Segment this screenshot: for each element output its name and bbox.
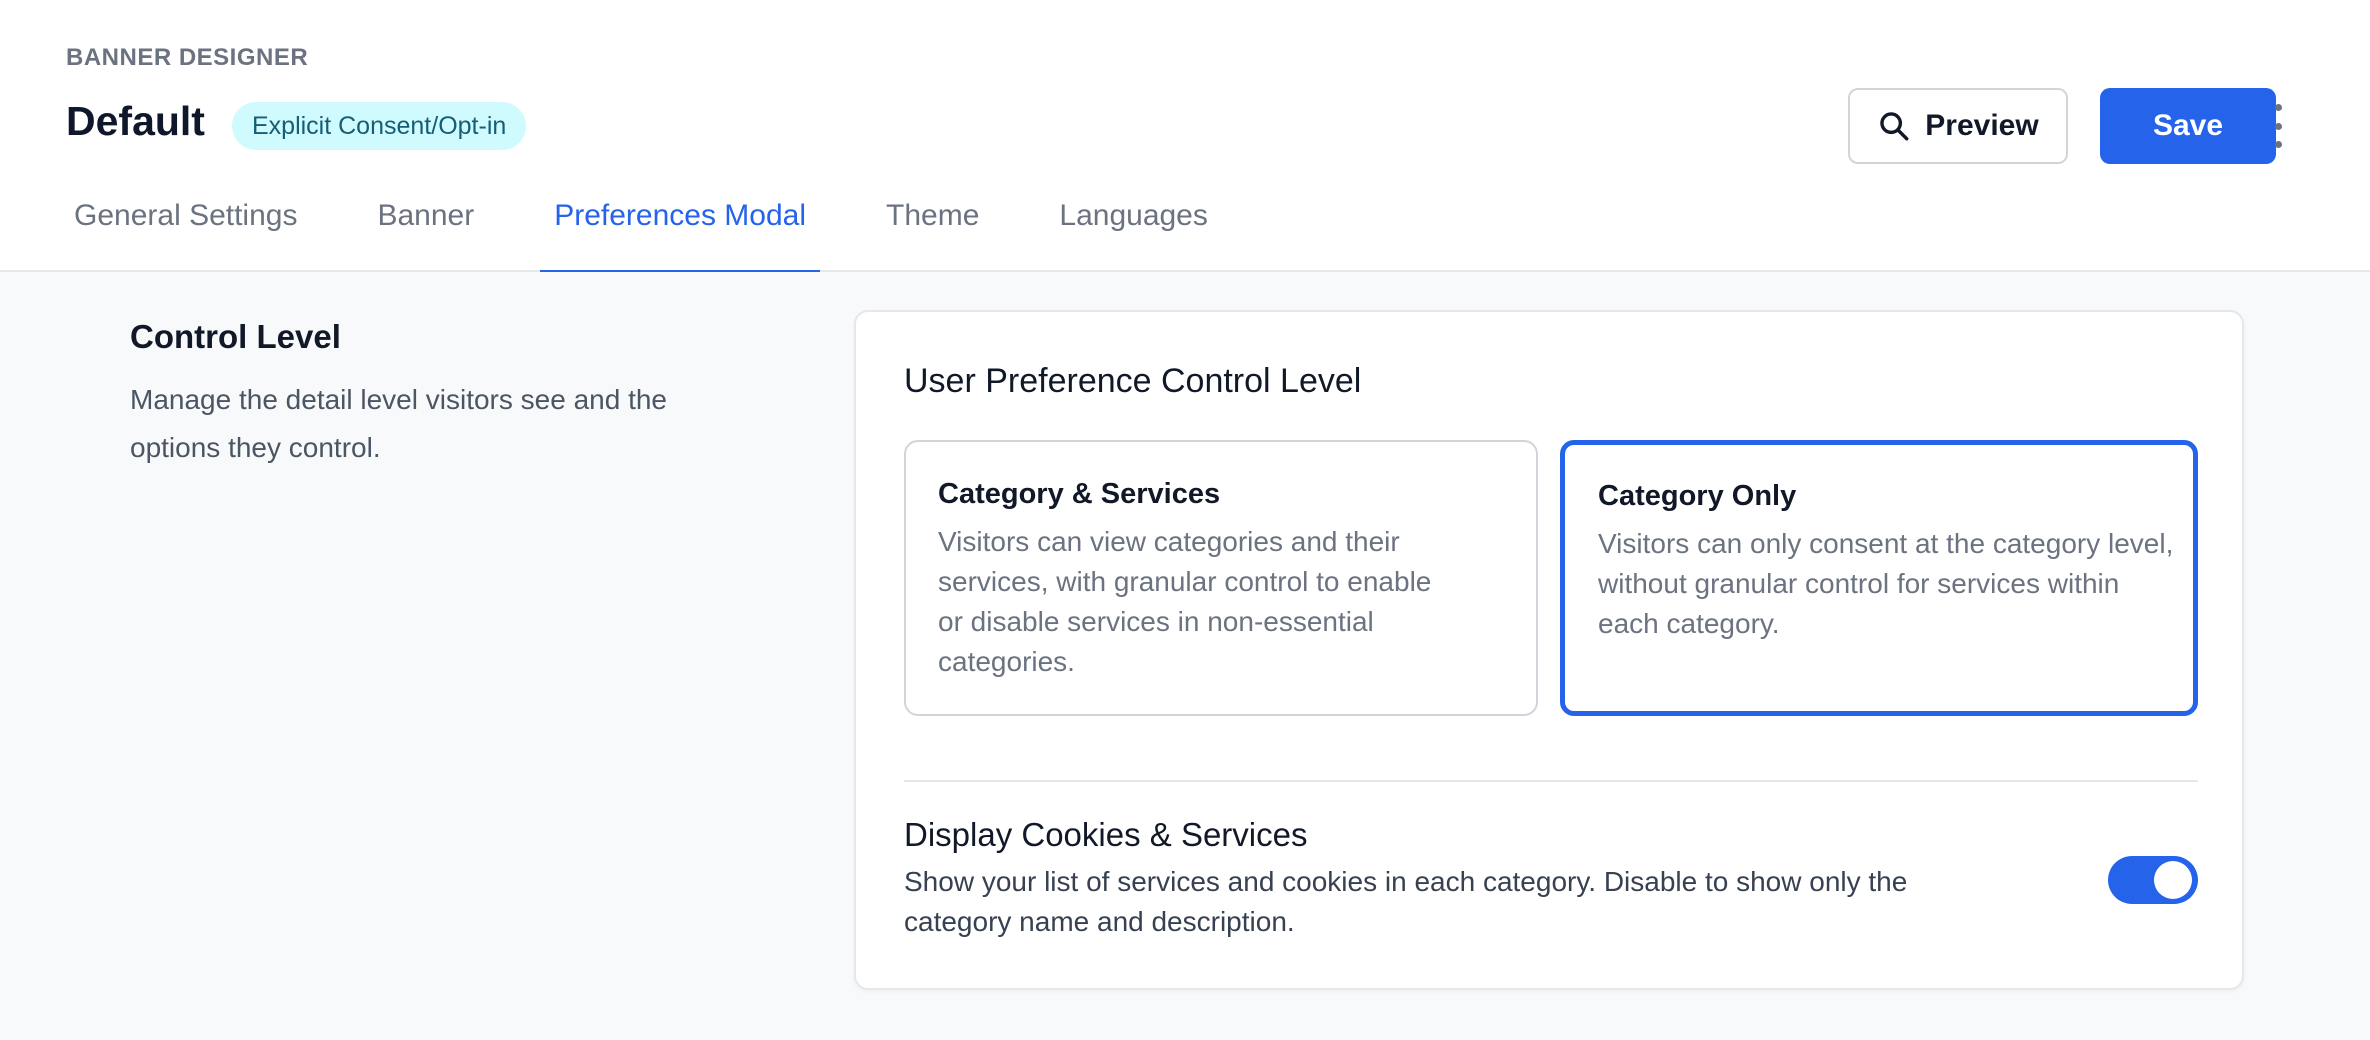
main-content: Control Level Manage the detail level vi… <box>0 272 2370 1040</box>
toggle-description: Show your list of services and cookies i… <box>904 866 1908 937</box>
option-description: Visitors can only consent at the categor… <box>1598 528 2174 639</box>
display-cookies-toggle[interactable] <box>2108 856 2198 904</box>
option-title: Category Only <box>1598 480 1797 512</box>
tab-languages[interactable]: Languages <box>1045 190 1221 272</box>
tab-general-settings[interactable]: General Settings <box>60 190 311 272</box>
tab-bar: General Settings Banner Preferences Moda… <box>60 190 1274 274</box>
search-icon <box>1880 112 1909 141</box>
control-level-card: User Preference Control Level Category &… <box>854 310 2244 990</box>
more-vertical-icon[interactable] <box>2266 104 2290 148</box>
page-header: BANNER DESIGNER Default Explicit Consent… <box>0 0 2370 274</box>
section-title: Control Level <box>130 318 341 355</box>
eyebrow-label: BANNER DESIGNER <box>66 44 309 71</box>
card-title: User Preference Control Level <box>904 362 1362 400</box>
option-category-and-services[interactable]: Category & Services Visitors can view ca… <box>904 440 1538 716</box>
option-category-only[interactable]: Category Only Visitors can only consent … <box>1560 440 2198 716</box>
toggle-title: Display Cookies & Services <box>904 816 1308 853</box>
page-title: Default <box>66 98 205 144</box>
preview-button-label: Preview <box>1925 109 2039 142</box>
section-description: Manage the detail level visitors see and… <box>130 384 667 463</box>
tab-theme[interactable]: Theme <box>872 190 993 272</box>
save-button[interactable]: Save <box>2100 88 2276 164</box>
consent-mode-badge: Explicit Consent/Opt-in <box>232 102 527 150</box>
option-description: Visitors can view categories and their s… <box>938 526 1432 677</box>
tab-preferences-modal[interactable]: Preferences Modal <box>540 190 820 274</box>
option-title: Category & Services <box>938 478 1221 510</box>
toggle-knob <box>2154 861 2192 899</box>
divider <box>904 780 2198 782</box>
preview-button[interactable]: Preview <box>1848 88 2068 164</box>
tab-banner[interactable]: Banner <box>363 190 488 272</box>
